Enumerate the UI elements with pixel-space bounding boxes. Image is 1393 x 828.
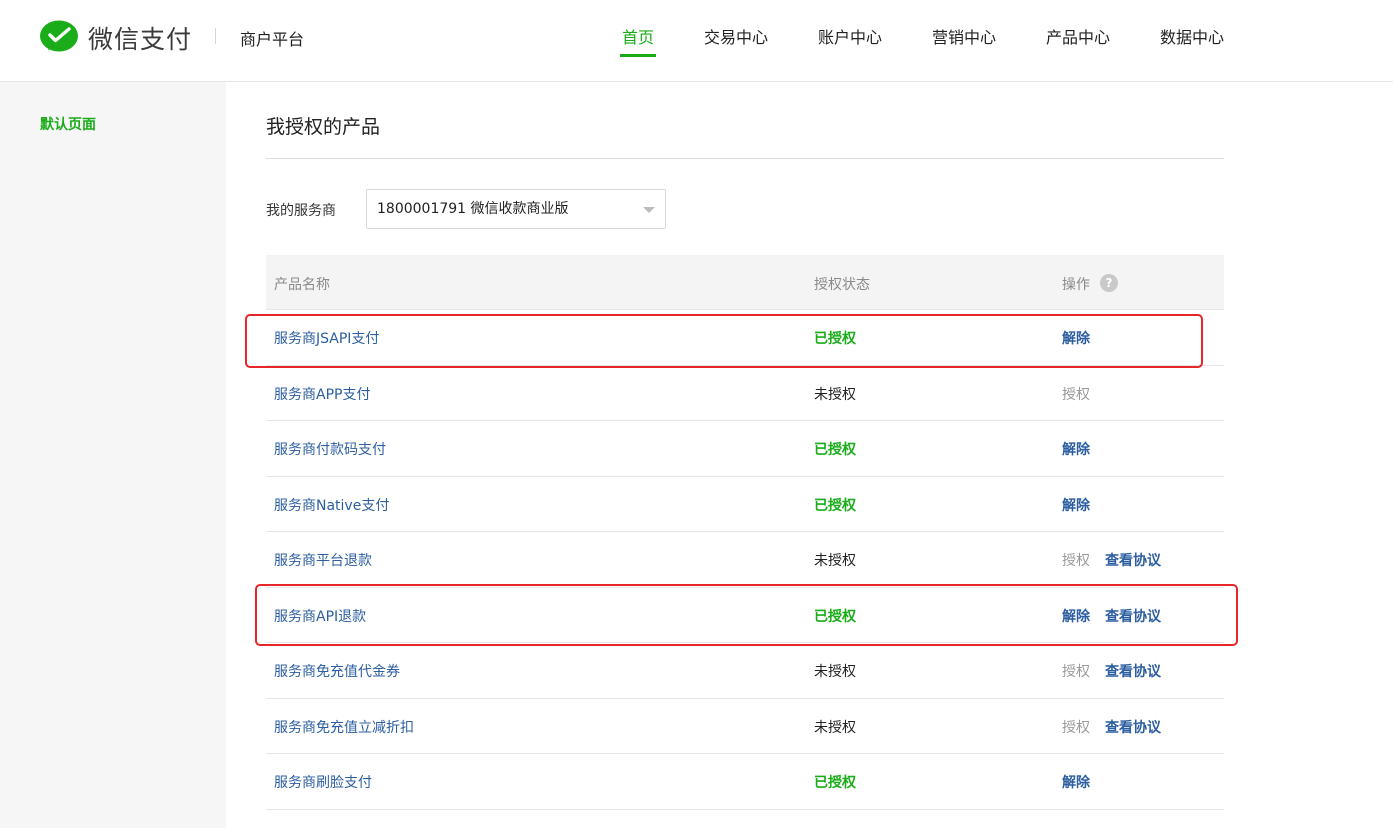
- table-row: 服务商APP支付 未授权 授权: [266, 366, 1224, 421]
- revoke-button[interactable]: 解除: [1062, 495, 1090, 515]
- chevron-down-icon: [643, 207, 655, 213]
- brand-name: 微信支付: [88, 25, 193, 54]
- authorize-button[interactable]: 授权: [1062, 550, 1090, 570]
- products-table: 产品名称 授权状态 操作 ? 服务商JSAPI支付 已授权 解除 服务商APP支付 未授…: [266, 255, 1224, 810]
- nav-home[interactable]: 首页: [622, 24, 654, 48]
- table-row: 服务商API退款 已授权 解除 查看协议: [266, 588, 1224, 643]
- revoke-button[interactable]: 解除: [1062, 606, 1090, 626]
- wechat-pay-logo-icon: [40, 20, 78, 52]
- view-agreement-link[interactable]: 查看协议: [1105, 661, 1161, 681]
- page-title: 我授权的产品: [266, 116, 381, 138]
- auth-status: 已授权: [814, 775, 856, 791]
- product-name-link[interactable]: 服务商API退款: [274, 606, 366, 626]
- product-name-link[interactable]: 服务商Native支付: [274, 495, 389, 515]
- authorize-button[interactable]: 授权: [1062, 661, 1090, 681]
- table-row: 服务商刷脸支付 已授权 解除: [266, 754, 1224, 810]
- column-header-product-name: 产品名称: [274, 277, 330, 293]
- product-name-link[interactable]: 服务商免充值立减折扣: [274, 717, 414, 737]
- table-body: 服务商JSAPI支付 已授权 解除 服务商APP支付 未授权 授权 服务商付款码支付 已授权解…: [266, 310, 1224, 810]
- nav-transactions[interactable]: 交易中心: [704, 24, 768, 48]
- auth-status: 已授权: [814, 608, 856, 625]
- authorize-button[interactable]: 授权: [1062, 717, 1090, 737]
- auth-status: 未授权: [814, 664, 856, 680]
- product-name-link[interactable]: 服务商免充值代金券: [274, 661, 400, 681]
- main-content: 我授权的产品 我的服务商 1800001791 微信收款商业版 产品名称 授权状…: [266, 82, 1224, 828]
- table-row: 服务商Native支付 已授权 解除: [266, 477, 1224, 532]
- product-name-link[interactable]: 服务商付款码支付: [274, 439, 386, 459]
- platform-name: 商户平台: [240, 30, 305, 49]
- table-row: 服务商免充值代金券 未授权 授权 查看协议: [266, 643, 1224, 699]
- revoke-button[interactable]: 解除: [1062, 439, 1090, 459]
- brand-logo[interactable]: 微信支付: [40, 18, 192, 58]
- sidebar-item-default-page[interactable]: 默认页面: [40, 114, 96, 134]
- auth-status: 未授权: [814, 719, 856, 736]
- product-name-link[interactable]: 服务商JSAPI支付: [274, 328, 379, 348]
- column-header-actions: 操作: [1062, 277, 1090, 293]
- provider-select[interactable]: 1800001791 微信收款商业版: [366, 189, 666, 229]
- table-row: 服务商付款码支付 已授权 解除: [266, 421, 1224, 477]
- product-name-link[interactable]: 服务商平台退款: [274, 550, 372, 570]
- question-circle-icon[interactable]: ?: [1100, 274, 1118, 292]
- auth-status: 未授权: [814, 386, 856, 403]
- auth-status: 未授权: [814, 553, 856, 569]
- nav-products[interactable]: 产品中心: [1046, 24, 1110, 48]
- product-name-link[interactable]: 服务商刷脸支付: [274, 772, 372, 792]
- table-row: 服务商平台退款 未授权 授权 查看协议: [266, 532, 1224, 588]
- provider-selected-value: 1800001791 微信收款商业版: [377, 201, 569, 217]
- view-agreement-link[interactable]: 查看协议: [1105, 550, 1161, 570]
- revoke-button[interactable]: 解除: [1062, 328, 1090, 348]
- auth-status: 已授权: [814, 442, 856, 458]
- product-name-link[interactable]: 服务商APP支付: [274, 384, 370, 404]
- revoke-button[interactable]: 解除: [1062, 772, 1090, 792]
- view-agreement-link[interactable]: 查看协议: [1105, 606, 1161, 626]
- authorize-button[interactable]: 授权: [1062, 384, 1090, 404]
- provider-label: 我的服务商: [266, 203, 336, 219]
- top-header: 微信支付 商户平台 首页 交易中心 账户中心 营销中心 产品中心 数据中心: [0, 0, 1393, 82]
- column-header-status: 授权状态: [814, 277, 870, 293]
- brand-divider: [215, 28, 216, 44]
- table-row: 服务商JSAPI支付 已授权 解除: [266, 310, 1224, 366]
- auth-status: 已授权: [814, 331, 856, 347]
- table-header: 产品名称 授权状态 操作 ?: [266, 255, 1224, 310]
- view-agreement-link[interactable]: 查看协议: [1105, 717, 1161, 737]
- nav-data[interactable]: 数据中心: [1160, 24, 1224, 48]
- auth-status: 已授权: [814, 497, 856, 514]
- title-divider: [266, 158, 1224, 159]
- nav-account[interactable]: 账户中心: [818, 24, 882, 48]
- nav-marketing[interactable]: 营销中心: [932, 24, 996, 48]
- table-row: 服务商免充值立减折扣 未授权 授权 查看协议: [266, 699, 1224, 754]
- nav-active-indicator: [620, 54, 656, 57]
- sidebar: 默认页面: [0, 82, 226, 828]
